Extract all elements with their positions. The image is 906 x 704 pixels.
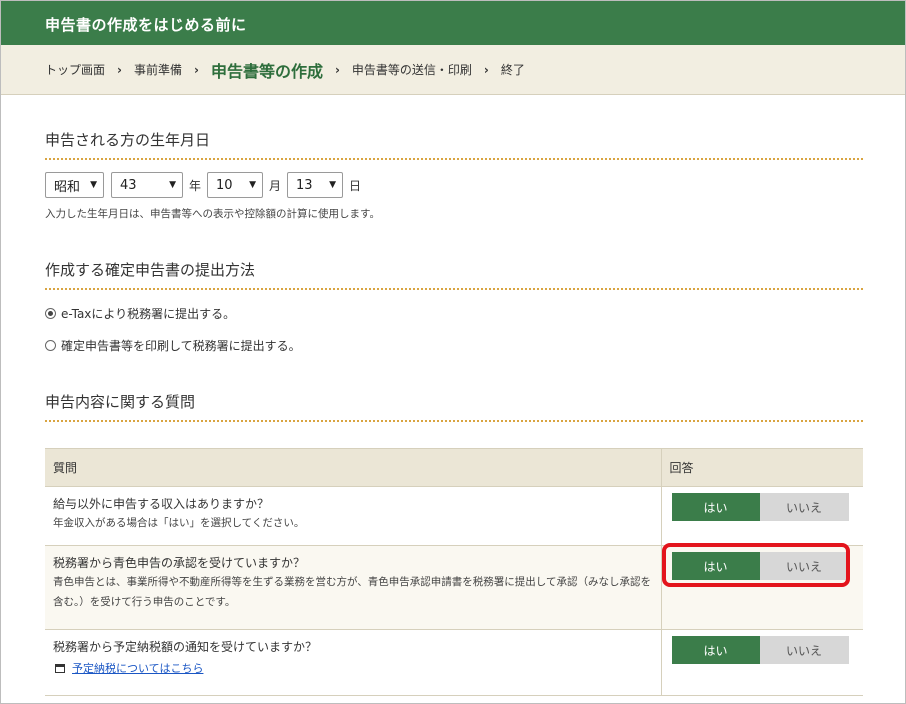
answer-toggle: はい いいえ — [671, 636, 849, 664]
question-cell: 税務署から青色申告の承認を受けていますか？ 青色申告とは、事業所得や不動産所得等… — [45, 545, 661, 630]
method-option-print[interactable]: 確定申告書等を印刷して税務署に提出する。 — [45, 337, 301, 354]
table-header-row: 質問 回答 — [45, 448, 863, 487]
col-question-header: 質問 — [45, 448, 661, 487]
day-unit-label: 日 — [349, 178, 362, 193]
yes-button[interactable]: はい — [671, 493, 760, 521]
breadcrumb-item-send-print: 申告書等の送信・印刷 — [351, 63, 472, 77]
yes-button[interactable]: はい — [671, 636, 760, 664]
breadcrumb-item-finish: 終了 — [500, 63, 525, 77]
answer-cell: はい いいえ — [660, 486, 863, 546]
era-value: 昭和 — [54, 179, 81, 195]
day-value: 13 — [296, 177, 313, 193]
link-row: 予定納税についてはこちら — [53, 660, 653, 676]
method-option-label: 確定申告書等を印刷して税務署に提出する。 — [61, 339, 301, 353]
col-answer-header: 回答 — [660, 448, 863, 487]
prepayment-link[interactable]: 予定納税についてはこちら — [72, 660, 203, 676]
question-text: 税務署から青色申告の承認を受けていますか？ — [53, 556, 306, 570]
chevron-down-icon: ▼ — [329, 180, 337, 190]
dob-selectors: 昭和 ▼ 43 ▼ 年 10 ▼ 月 13 ▼ 日 — [45, 172, 367, 198]
answer-cell: はい いいえ — [660, 629, 863, 696]
breadcrumb-item-top: トップ画面 — [45, 63, 106, 77]
breadcrumb-separator-icon: › — [193, 62, 199, 77]
callout-highlight-box — [662, 543, 850, 587]
page-title: 申告書の作成をはじめる前に — [45, 16, 247, 34]
page-header: 申告書の作成をはじめる前に — [1, 1, 905, 45]
month-unit-label: 月 — [269, 178, 282, 193]
question-note: 青色申告とは、事業所得や不動産所得等を生ずる業務を営む方が、青色申告承認申請書を… — [53, 576, 651, 608]
answer-toggle: はい いいえ — [671, 493, 849, 521]
chevron-down-icon: ▼ — [90, 180, 97, 190]
method-option-etax[interactable]: e-Taxにより税務署に提出する。 — [45, 305, 235, 322]
month-value: 10 — [216, 177, 233, 193]
year-select[interactable]: 43 ▼ — [111, 172, 183, 198]
question-cell: 給与以外に申告する収入はありますか？ 年金収入がある場合は「はい」を選択してくだ… — [45, 486, 661, 546]
method-section-title: 作成する確定申告書の提出方法 — [45, 259, 863, 290]
year-unit-label: 年 — [189, 178, 202, 193]
dob-note: 入力した生年月日は、申告書等への表示や控除額の計算に使用します。 — [45, 208, 380, 220]
table-row: 給与以外に申告する収入はありますか？ 年金収入がある場合は「はい」を選択してくだ… — [45, 486, 863, 546]
month-select[interactable]: 10 ▼ — [207, 172, 264, 198]
question-text: 税務署から予定納税額の通知を受けていますか？ — [53, 640, 318, 654]
chevron-down-icon: ▼ — [169, 180, 176, 190]
window-icon — [55, 663, 65, 673]
breadcrumb-item-preparation: 事前準備 — [133, 63, 182, 77]
app-window: 申告書の作成をはじめる前に トップ画面 › 事前準備 › 申告書等の作成 › 申… — [0, 0, 906, 704]
dob-section-title: 申告される方の生年月日 — [45, 129, 863, 160]
question-text: 給与以外に申告する収入はありますか？ — [53, 497, 270, 511]
day-select[interactable]: 13 ▼ — [287, 172, 344, 198]
table-row: 税務署から予定納税額の通知を受けていますか？ 予定納税についてはこちら はい い… — [45, 629, 863, 696]
breadcrumb: トップ画面 › 事前準備 › 申告書等の作成 › 申告書等の送信・印刷 › 終了 — [1, 45, 905, 95]
radio-unselected-icon[interactable] — [45, 340, 56, 351]
radio-selected-icon[interactable] — [45, 308, 56, 319]
era-select[interactable]: 昭和 ▼ — [45, 172, 104, 198]
breadcrumb-separator-icon: › — [117, 62, 122, 77]
question-note: 年金収入がある場合は「はい」を選択してください。 — [53, 517, 305, 529]
breadcrumb-separator-icon: › — [334, 62, 340, 77]
question-cell: 税務署から予定納税額の通知を受けていますか？ 予定納税についてはこちら — [45, 629, 661, 696]
method-option-label: e-Taxにより税務署に提出する。 — [61, 307, 236, 321]
no-button[interactable]: いいえ — [759, 493, 849, 521]
breadcrumb-separator-icon: › — [483, 62, 489, 77]
year-value: 43 — [120, 177, 137, 193]
chevron-down-icon: ▼ — [249, 180, 257, 190]
no-button[interactable]: いいえ — [759, 636, 849, 664]
breadcrumb-item-current: 申告書等の作成 — [210, 61, 323, 81]
questions-section-title: 申告内容に関する質問 — [45, 391, 863, 422]
